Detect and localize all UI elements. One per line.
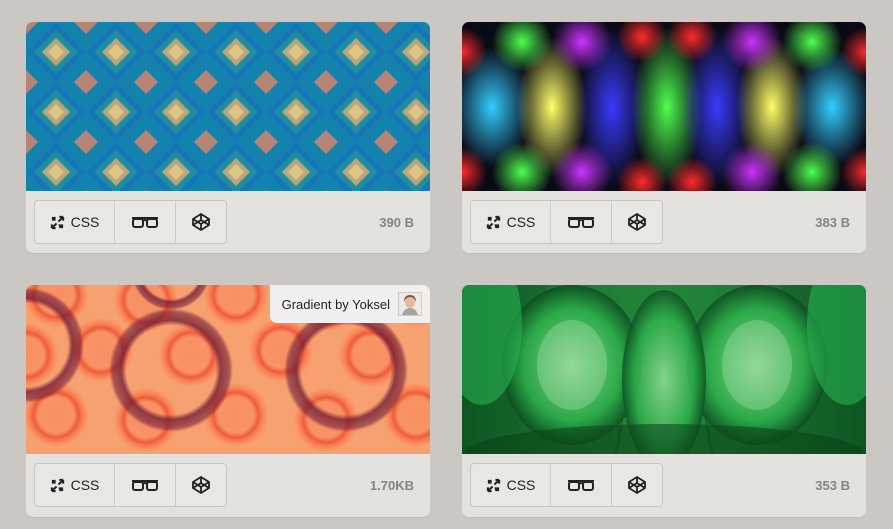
css-button-label: CSS	[506, 477, 536, 493]
codepen-icon	[628, 213, 646, 231]
pattern-preview[interactable]	[26, 22, 430, 191]
pattern-card: CSS 353 B	[462, 285, 866, 517]
pattern-preview[interactable]	[462, 22, 866, 191]
pattern-card: CSS 383 B	[462, 22, 866, 253]
glasses-icon	[131, 478, 159, 492]
pattern-card: CSS 390 B	[26, 22, 430, 253]
css-button[interactable]: CSS	[471, 201, 551, 243]
codepen-button[interactable]	[612, 464, 662, 506]
css-button-label: CSS	[70, 214, 100, 230]
codepen-button[interactable]	[176, 464, 226, 506]
credit-text: Gradient by Yoksel	[281, 296, 390, 312]
author-avatar	[398, 292, 422, 316]
glasses-icon	[567, 478, 595, 492]
css-button-label: CSS	[506, 214, 536, 230]
css-button[interactable]: CSS	[471, 464, 551, 506]
codepen-icon	[192, 476, 210, 494]
css-button-label: CSS	[70, 477, 100, 493]
glasses-icon	[567, 215, 595, 229]
file-size: 1.70KB	[369, 478, 414, 493]
codepen-icon	[628, 476, 646, 494]
expand-arrows-icon	[486, 215, 501, 230]
pattern-card: Gradient by Yoksel CSS 1.70KB	[26, 285, 430, 517]
expand-arrows-icon	[50, 478, 65, 493]
expand-arrows-icon	[50, 215, 65, 230]
view-button[interactable]	[115, 201, 176, 243]
codepen-button[interactable]	[176, 201, 226, 243]
view-button[interactable]	[551, 201, 612, 243]
card-toolbar: CSS	[34, 200, 227, 244]
css-button[interactable]: CSS	[35, 201, 115, 243]
expand-arrows-icon	[486, 478, 501, 493]
view-button[interactable]	[551, 464, 612, 506]
css-button[interactable]: CSS	[35, 464, 115, 506]
view-button[interactable]	[115, 464, 176, 506]
author-credit[interactable]: Gradient by Yoksel	[269, 285, 430, 323]
codepen-button[interactable]	[612, 201, 662, 243]
file-size: 383 B	[815, 215, 850, 230]
pattern-preview[interactable]	[462, 285, 866, 454]
file-size: 390 B	[379, 215, 414, 230]
file-size: 353 B	[815, 478, 850, 493]
glasses-icon	[131, 215, 159, 229]
card-toolbar: CSS	[470, 463, 663, 507]
card-toolbar: CSS	[470, 200, 663, 244]
card-toolbar: CSS	[34, 463, 227, 507]
codepen-icon	[192, 213, 210, 231]
